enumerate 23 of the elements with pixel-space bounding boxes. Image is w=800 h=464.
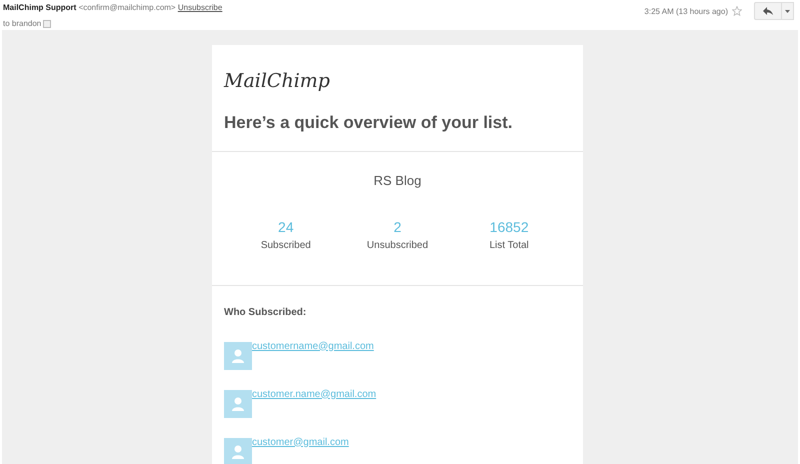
list-name: RS Blog — [372, 172, 422, 190]
subscriber-email-link[interactable]: customer.name@gmail.com — [252, 390, 376, 400]
sender-email: <confirm@mailchimp.com> — [78, 3, 176, 12]
stat-label: Unsubscribed — [366, 238, 430, 252]
email-heading: Here’s a quick overview of your list. — [223, 112, 514, 134]
recipient-text: to brandon — [3, 18, 42, 30]
more-button[interactable] — [782, 2, 794, 20]
stat-label: Subscribed — [260, 238, 312, 252]
subscriber-email-link[interactable]: customername@gmail.com — [252, 342, 374, 352]
star-icon[interactable] — [732, 6, 742, 16]
reply-icon — [763, 7, 773, 15]
reply-button[interactable] — [754, 2, 782, 20]
stat-value: 24 — [277, 218, 295, 236]
unsubscribe-link[interactable]: Unsubscribe — [178, 3, 222, 12]
stat-value: 16852 — [488, 218, 530, 236]
logo: MailChimp — [222, 69, 331, 94]
caret-icon — [785, 10, 790, 12]
subscriber-email-link[interactable]: customer@gmail.com — [252, 438, 349, 448]
stat-value: 2 — [392, 218, 402, 236]
timestamp: 3:25 AM (13 hours ago) — [644, 6, 728, 18]
stat-label: List Total — [488, 238, 530, 252]
section-title: Who Subscribed: — [223, 306, 308, 320]
sender-name: MailChimp Support — [3, 3, 76, 12]
